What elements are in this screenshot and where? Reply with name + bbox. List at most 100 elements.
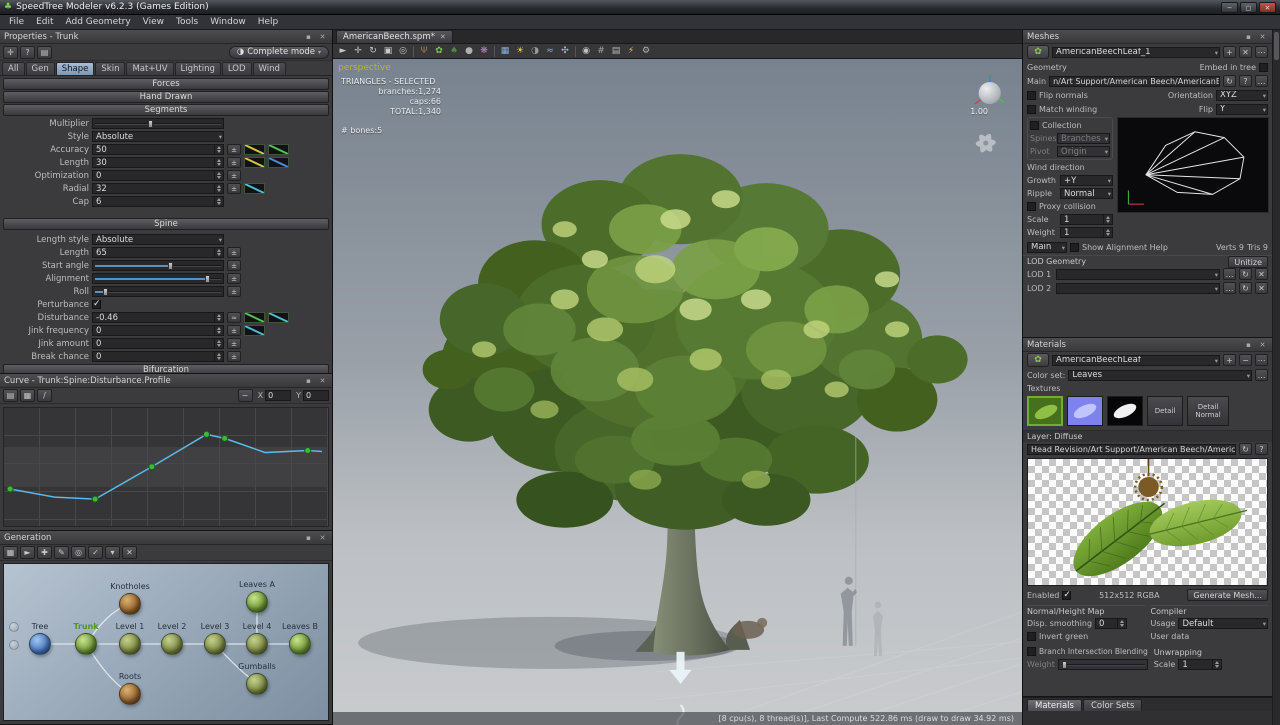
curve-grid-icon[interactable]: [20, 389, 35, 402]
scrollbar-thumb[interactable]: [1274, 32, 1279, 60]
menu-edit[interactable]: Edit: [30, 17, 59, 27]
graph-options-icon[interactable]: [105, 546, 120, 559]
delete-mesh-button[interactable]: [1239, 46, 1252, 58]
menu-add-geometry[interactable]: Add Geometry: [60, 17, 137, 27]
mesh-scale-input[interactable]: 1: [1060, 214, 1113, 225]
material-selector-dropdown[interactable]: AmericanBeechLeaf: [1052, 355, 1220, 366]
pin-icon[interactable]: [1243, 340, 1254, 350]
spine-length-input[interactable]: 65: [92, 247, 224, 258]
reload-lod2-icon[interactable]: [1239, 282, 1252, 294]
curve-thumb-button[interactable]: [268, 157, 289, 168]
show-caps-icon[interactable]: [462, 45, 476, 58]
match-winding-checkbox[interactable]: [1027, 105, 1036, 114]
focus-icon[interactable]: [396, 45, 410, 58]
variance-button[interactable]: [227, 247, 241, 258]
material-preview-icon[interactable]: [1027, 353, 1049, 367]
lod2-dropdown[interactable]: [1056, 283, 1220, 294]
pivot-dropdown[interactable]: Origin: [1057, 146, 1110, 157]
start-angle-slider[interactable]: [92, 260, 224, 271]
edit-generator-icon[interactable]: [54, 546, 69, 559]
select-icon[interactable]: [336, 45, 350, 58]
grid-icon[interactable]: [594, 45, 608, 58]
tab-shape[interactable]: Shape: [56, 62, 95, 75]
variance-button[interactable]: [227, 325, 241, 336]
apply-icon[interactable]: [88, 546, 103, 559]
close-panel-icon[interactable]: [317, 32, 328, 42]
menu-file[interactable]: File: [3, 17, 30, 27]
flip-normals-checkbox[interactable]: [1027, 91, 1036, 100]
reload-mesh-icon[interactable]: [1223, 75, 1236, 87]
spinner-arrows-icon[interactable]: [214, 352, 223, 361]
wind-icon[interactable]: [543, 45, 557, 58]
curve-presets-icon[interactable]: [3, 389, 18, 402]
variance-button[interactable]: [227, 338, 241, 349]
node-level-2[interactable]: [161, 633, 183, 655]
orbit-icon[interactable]: [366, 45, 380, 58]
texture-help-icon[interactable]: [1255, 443, 1268, 455]
curve-thumb-button[interactable]: [244, 183, 265, 194]
show-leaves-icon[interactable]: [432, 45, 446, 58]
node-leaves-a[interactable]: [246, 591, 268, 613]
camera-icon[interactable]: [579, 45, 593, 58]
flip-dropdown[interactable]: Y: [1216, 104, 1268, 115]
y-value-input[interactable]: 0: [303, 390, 329, 401]
normal-map-thumb[interactable]: [1067, 396, 1103, 426]
section-bifurcation[interactable]: Bifurcation: [3, 364, 329, 373]
spinner-arrows-icon[interactable]: [214, 313, 223, 322]
enabled-checkbox[interactable]: [1062, 591, 1071, 600]
curve-thumb-button[interactable]: [244, 325, 265, 336]
browse-lod2-button[interactable]: [1223, 282, 1236, 294]
tab-lighting[interactable]: Lighting: [175, 62, 221, 75]
close-panel-icon[interactable]: [1257, 340, 1268, 350]
spinner-arrows-icon[interactable]: [1103, 215, 1112, 224]
graph-select-icon[interactable]: [20, 546, 35, 559]
pin-icon[interactable]: [303, 32, 314, 42]
node-knotholes[interactable]: [119, 593, 141, 615]
help-icon[interactable]: [20, 46, 35, 59]
detail-texture-button[interactable]: Detail: [1147, 396, 1183, 426]
clear-lod2-icon[interactable]: [1255, 282, 1268, 294]
style-dropdown[interactable]: Absolute: [92, 131, 224, 142]
alpha-map-thumb[interactable]: [1107, 396, 1143, 426]
tab-wind[interactable]: Wind: [253, 62, 286, 75]
close-button[interactable]: [1259, 2, 1276, 13]
length-input[interactable]: 30: [92, 157, 224, 168]
jink-amount-input[interactable]: 0: [92, 338, 224, 349]
embed-in-tree-checkbox[interactable]: [1259, 63, 1268, 72]
maximize-button[interactable]: [1240, 2, 1257, 13]
disp-smoothing-input[interactable]: 0: [1095, 618, 1127, 629]
user-data-label[interactable]: User data: [1151, 632, 1190, 641]
node-leaves-b[interactable]: [289, 633, 311, 655]
mesh-selector-dropdown[interactable]: AmericanBeechLeaf_1: [1052, 47, 1220, 58]
node-level-3[interactable]: [204, 633, 226, 655]
mode-dropdown[interactable]: Complete mode ▾: [229, 46, 329, 59]
viewport-3d[interactable]: perspective TRIANGLES - SELECTED branche…: [333, 59, 1022, 725]
fan-icon[interactable]: [558, 45, 572, 58]
spinner-arrows-icon[interactable]: [214, 171, 223, 180]
tab-gen[interactable]: Gen: [26, 62, 55, 75]
curve-editor[interactable]: [3, 407, 329, 527]
spinner-arrows-icon[interactable]: [1212, 660, 1221, 669]
multiplier-slider[interactable]: [92, 118, 224, 129]
variance-button[interactable]: [227, 170, 241, 181]
pin-icon[interactable]: [303, 533, 314, 543]
mesh-wireframe-preview[interactable]: [1117, 117, 1269, 213]
show-fronds-icon[interactable]: [447, 45, 461, 58]
spines-dropdown[interactable]: Branches: [1057, 133, 1110, 144]
shadows-icon[interactable]: [528, 45, 542, 58]
mesh-menu-button[interactable]: [1255, 46, 1268, 58]
show-alignment-checkbox[interactable]: [1070, 243, 1079, 252]
section-hand-drawn[interactable]: Hand Drawn: [3, 91, 329, 103]
variance-button[interactable]: [227, 286, 241, 297]
growth-dropdown[interactable]: +Y: [1060, 175, 1113, 186]
curve-thumb-button[interactable]: [244, 312, 265, 323]
mesh-preview-icon[interactable]: [1027, 45, 1049, 59]
usage-dropdown[interactable]: Default: [1178, 618, 1268, 629]
texture-path-field[interactable]: Head Revision/Art Support/American Beech…: [1027, 444, 1236, 455]
graph-layout-icon[interactable]: [3, 546, 18, 559]
zoom-region-icon[interactable]: [381, 45, 395, 58]
pin-icon[interactable]: [1243, 32, 1254, 42]
wireframe-icon[interactable]: [498, 45, 512, 58]
break-chance-input[interactable]: 0: [92, 351, 224, 362]
variance-button[interactable]: [227, 144, 241, 155]
